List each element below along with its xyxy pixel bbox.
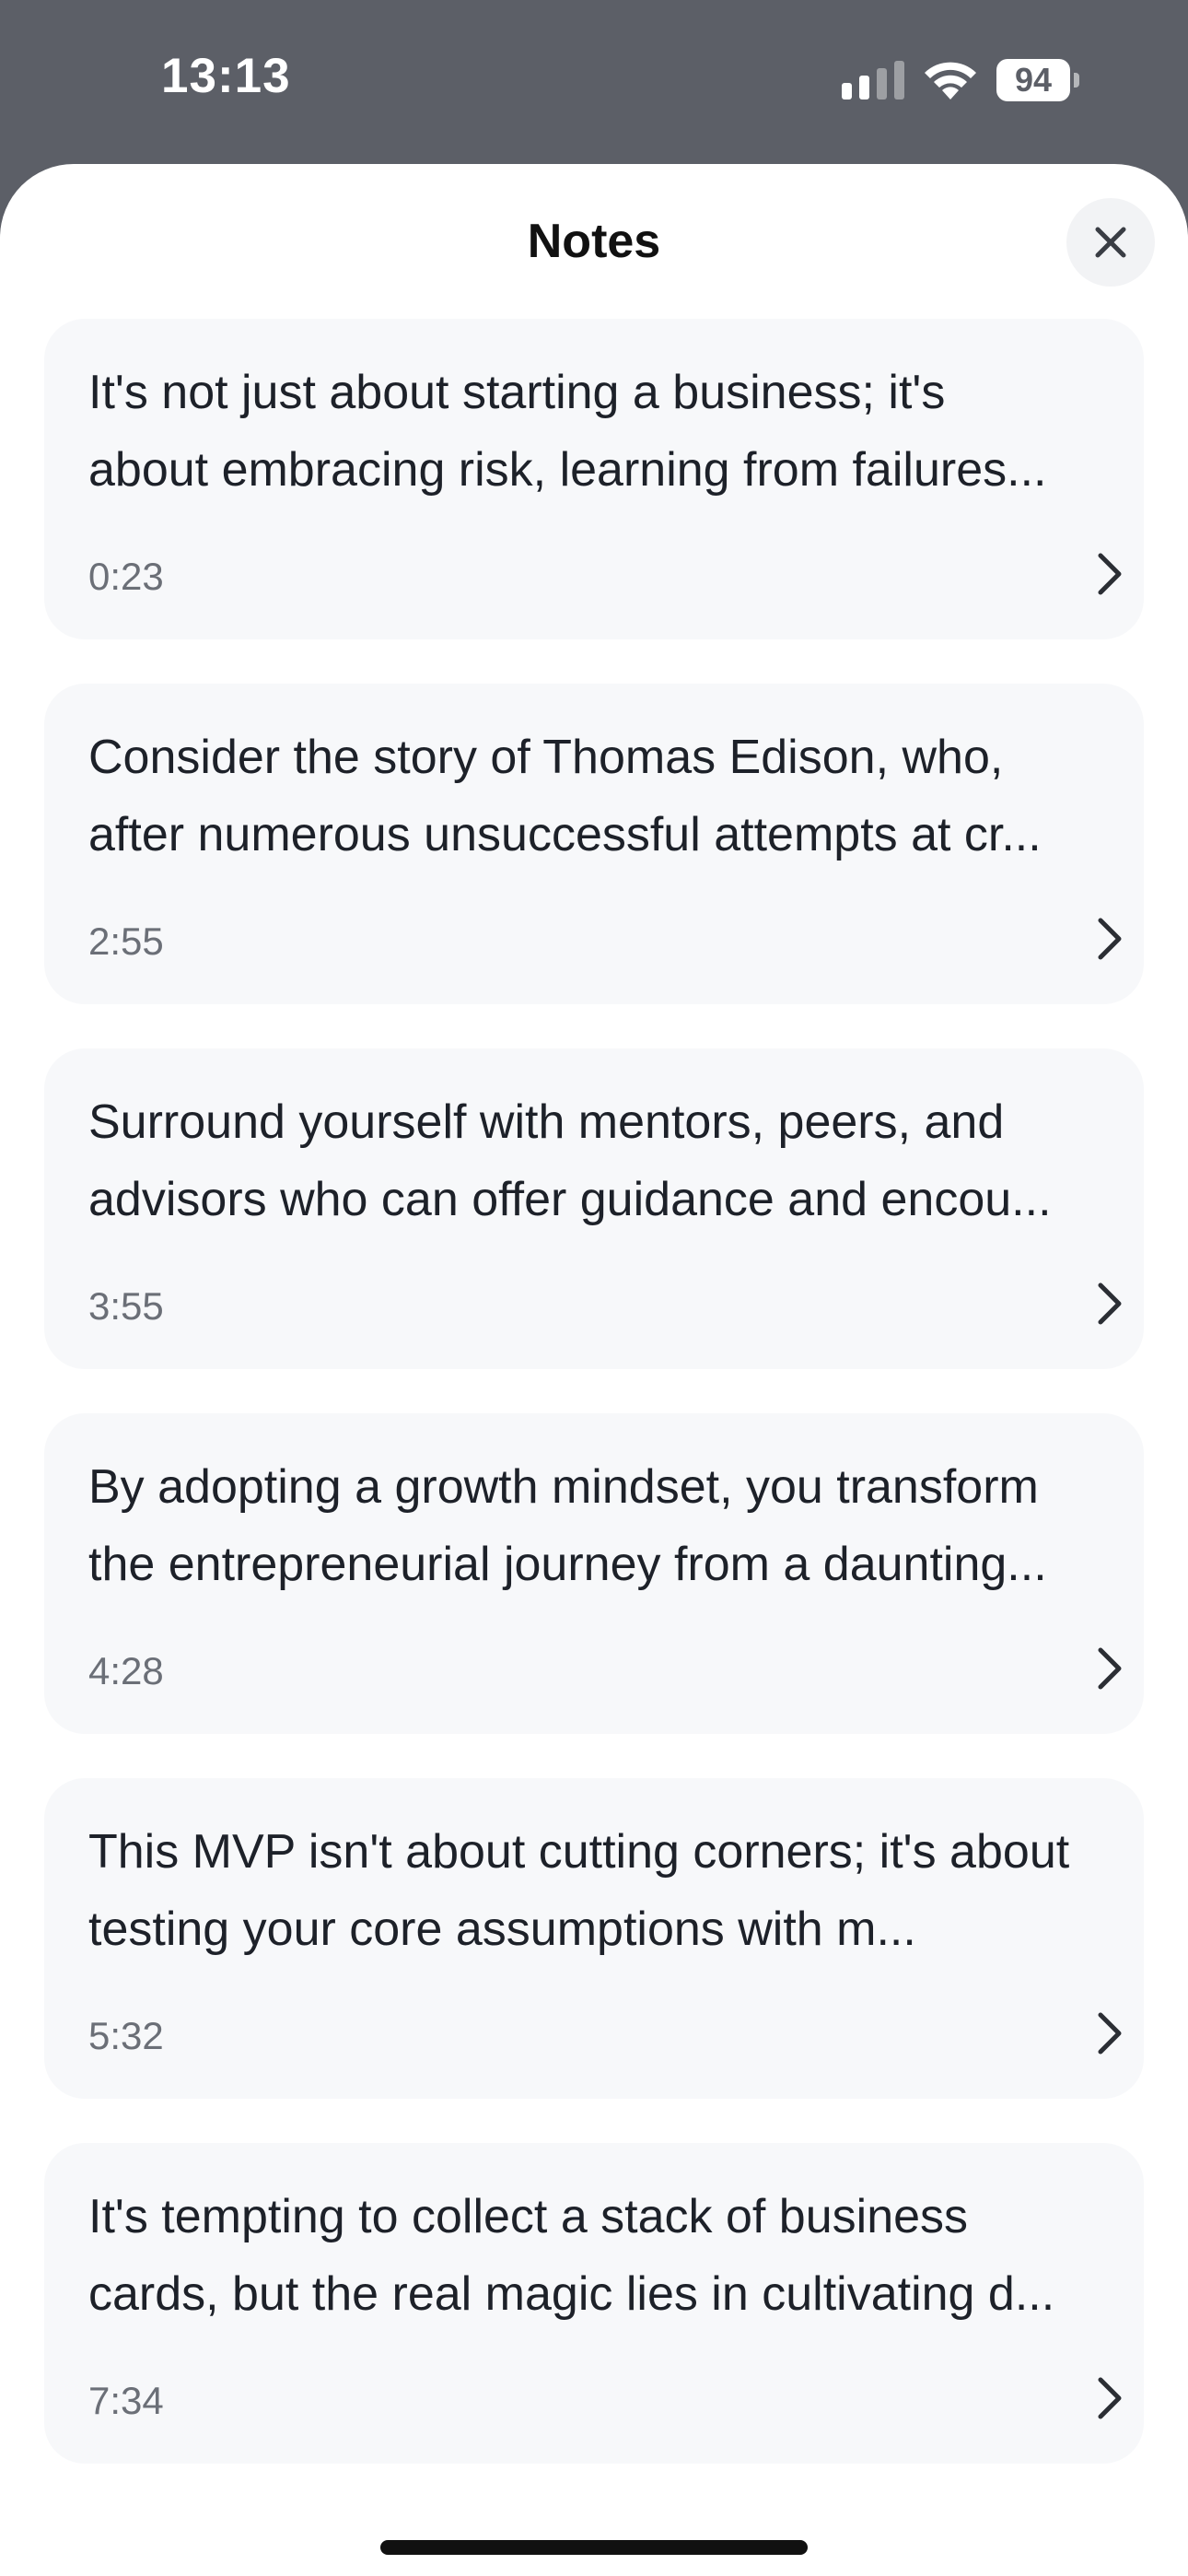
page-title: Notes bbox=[527, 215, 661, 268]
battery-icon: 94 bbox=[996, 59, 1081, 101]
signal-icon bbox=[842, 61, 904, 100]
note-timestamp: 0:23 bbox=[88, 555, 164, 598]
chevron-right-icon bbox=[1098, 553, 1122, 595]
note-text: Surround yourself with mentors, peers, a… bbox=[88, 1095, 1052, 1226]
note-text: It's tempting to collect a stack of busi… bbox=[88, 2190, 1055, 2321]
status-time: 13:13 bbox=[161, 49, 291, 103]
chevron-right-icon bbox=[1098, 2012, 1122, 2055]
notes-list: It's not just about starting a business;… bbox=[44, 319, 1144, 2508]
battery-level: 94 bbox=[996, 59, 1070, 101]
note-timestamp: 7:34 bbox=[88, 2379, 164, 2422]
wifi-icon bbox=[925, 62, 976, 100]
chevron-right-icon bbox=[1098, 1282, 1122, 1325]
chevron-right-icon bbox=[1098, 2377, 1122, 2419]
status-bar: 13:13 94 bbox=[0, 0, 1188, 164]
note-text: It's not just about starting a business;… bbox=[88, 366, 1047, 497]
note-text: This MVP isn't about cutting corners; it… bbox=[88, 1825, 1070, 1956]
note-item[interactable]: Surround yourself with mentors, peers, a… bbox=[44, 1048, 1144, 1369]
note-item[interactable]: It's tempting to collect a stack of busi… bbox=[44, 2143, 1144, 2464]
battery-tip bbox=[1074, 73, 1079, 88]
sheet-header: Notes bbox=[0, 164, 1188, 321]
close-button[interactable] bbox=[1066, 198, 1155, 287]
note-text: By adopting a growth mindset, you transf… bbox=[88, 1460, 1047, 1591]
chevron-right-icon bbox=[1098, 1647, 1122, 1690]
notes-sheet: Notes It's not just about starting a bus… bbox=[0, 164, 1188, 2576]
note-timestamp: 5:32 bbox=[88, 2014, 164, 2057]
chevron-right-icon bbox=[1098, 918, 1122, 960]
note-timestamp: 4:28 bbox=[88, 1649, 164, 1692]
note-item[interactable]: This MVP isn't about cutting corners; it… bbox=[44, 1778, 1144, 2099]
note-timestamp: 3:55 bbox=[88, 1284, 164, 1328]
home-indicator[interactable] bbox=[380, 2540, 808, 2555]
close-icon bbox=[1095, 227, 1126, 258]
note-text: Consider the story of Thomas Edison, who… bbox=[88, 731, 1042, 861]
note-item[interactable]: It's not just about starting a business;… bbox=[44, 319, 1144, 639]
note-item[interactable]: By adopting a growth mindset, you transf… bbox=[44, 1413, 1144, 1734]
note-item[interactable]: Consider the story of Thomas Edison, who… bbox=[44, 684, 1144, 1004]
note-timestamp: 2:55 bbox=[88, 919, 164, 963]
